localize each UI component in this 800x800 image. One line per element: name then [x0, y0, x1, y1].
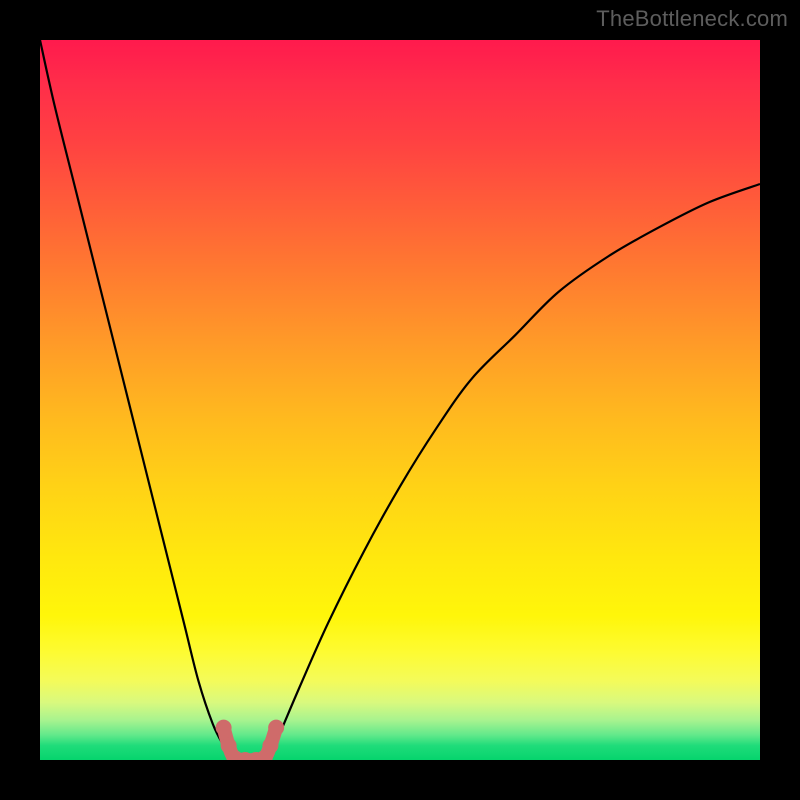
plot-area: [40, 40, 760, 760]
watermark-label: TheBottleneck.com: [596, 6, 788, 32]
chart-frame: TheBottleneck.com: [0, 0, 800, 800]
curve-svg: [40, 40, 760, 760]
curve-right-branch: [267, 184, 760, 760]
highlight-dot: [268, 720, 284, 736]
curve-left-branch: [40, 40, 234, 760]
highlight-dot: [216, 720, 232, 736]
highlight-dot: [262, 738, 278, 754]
